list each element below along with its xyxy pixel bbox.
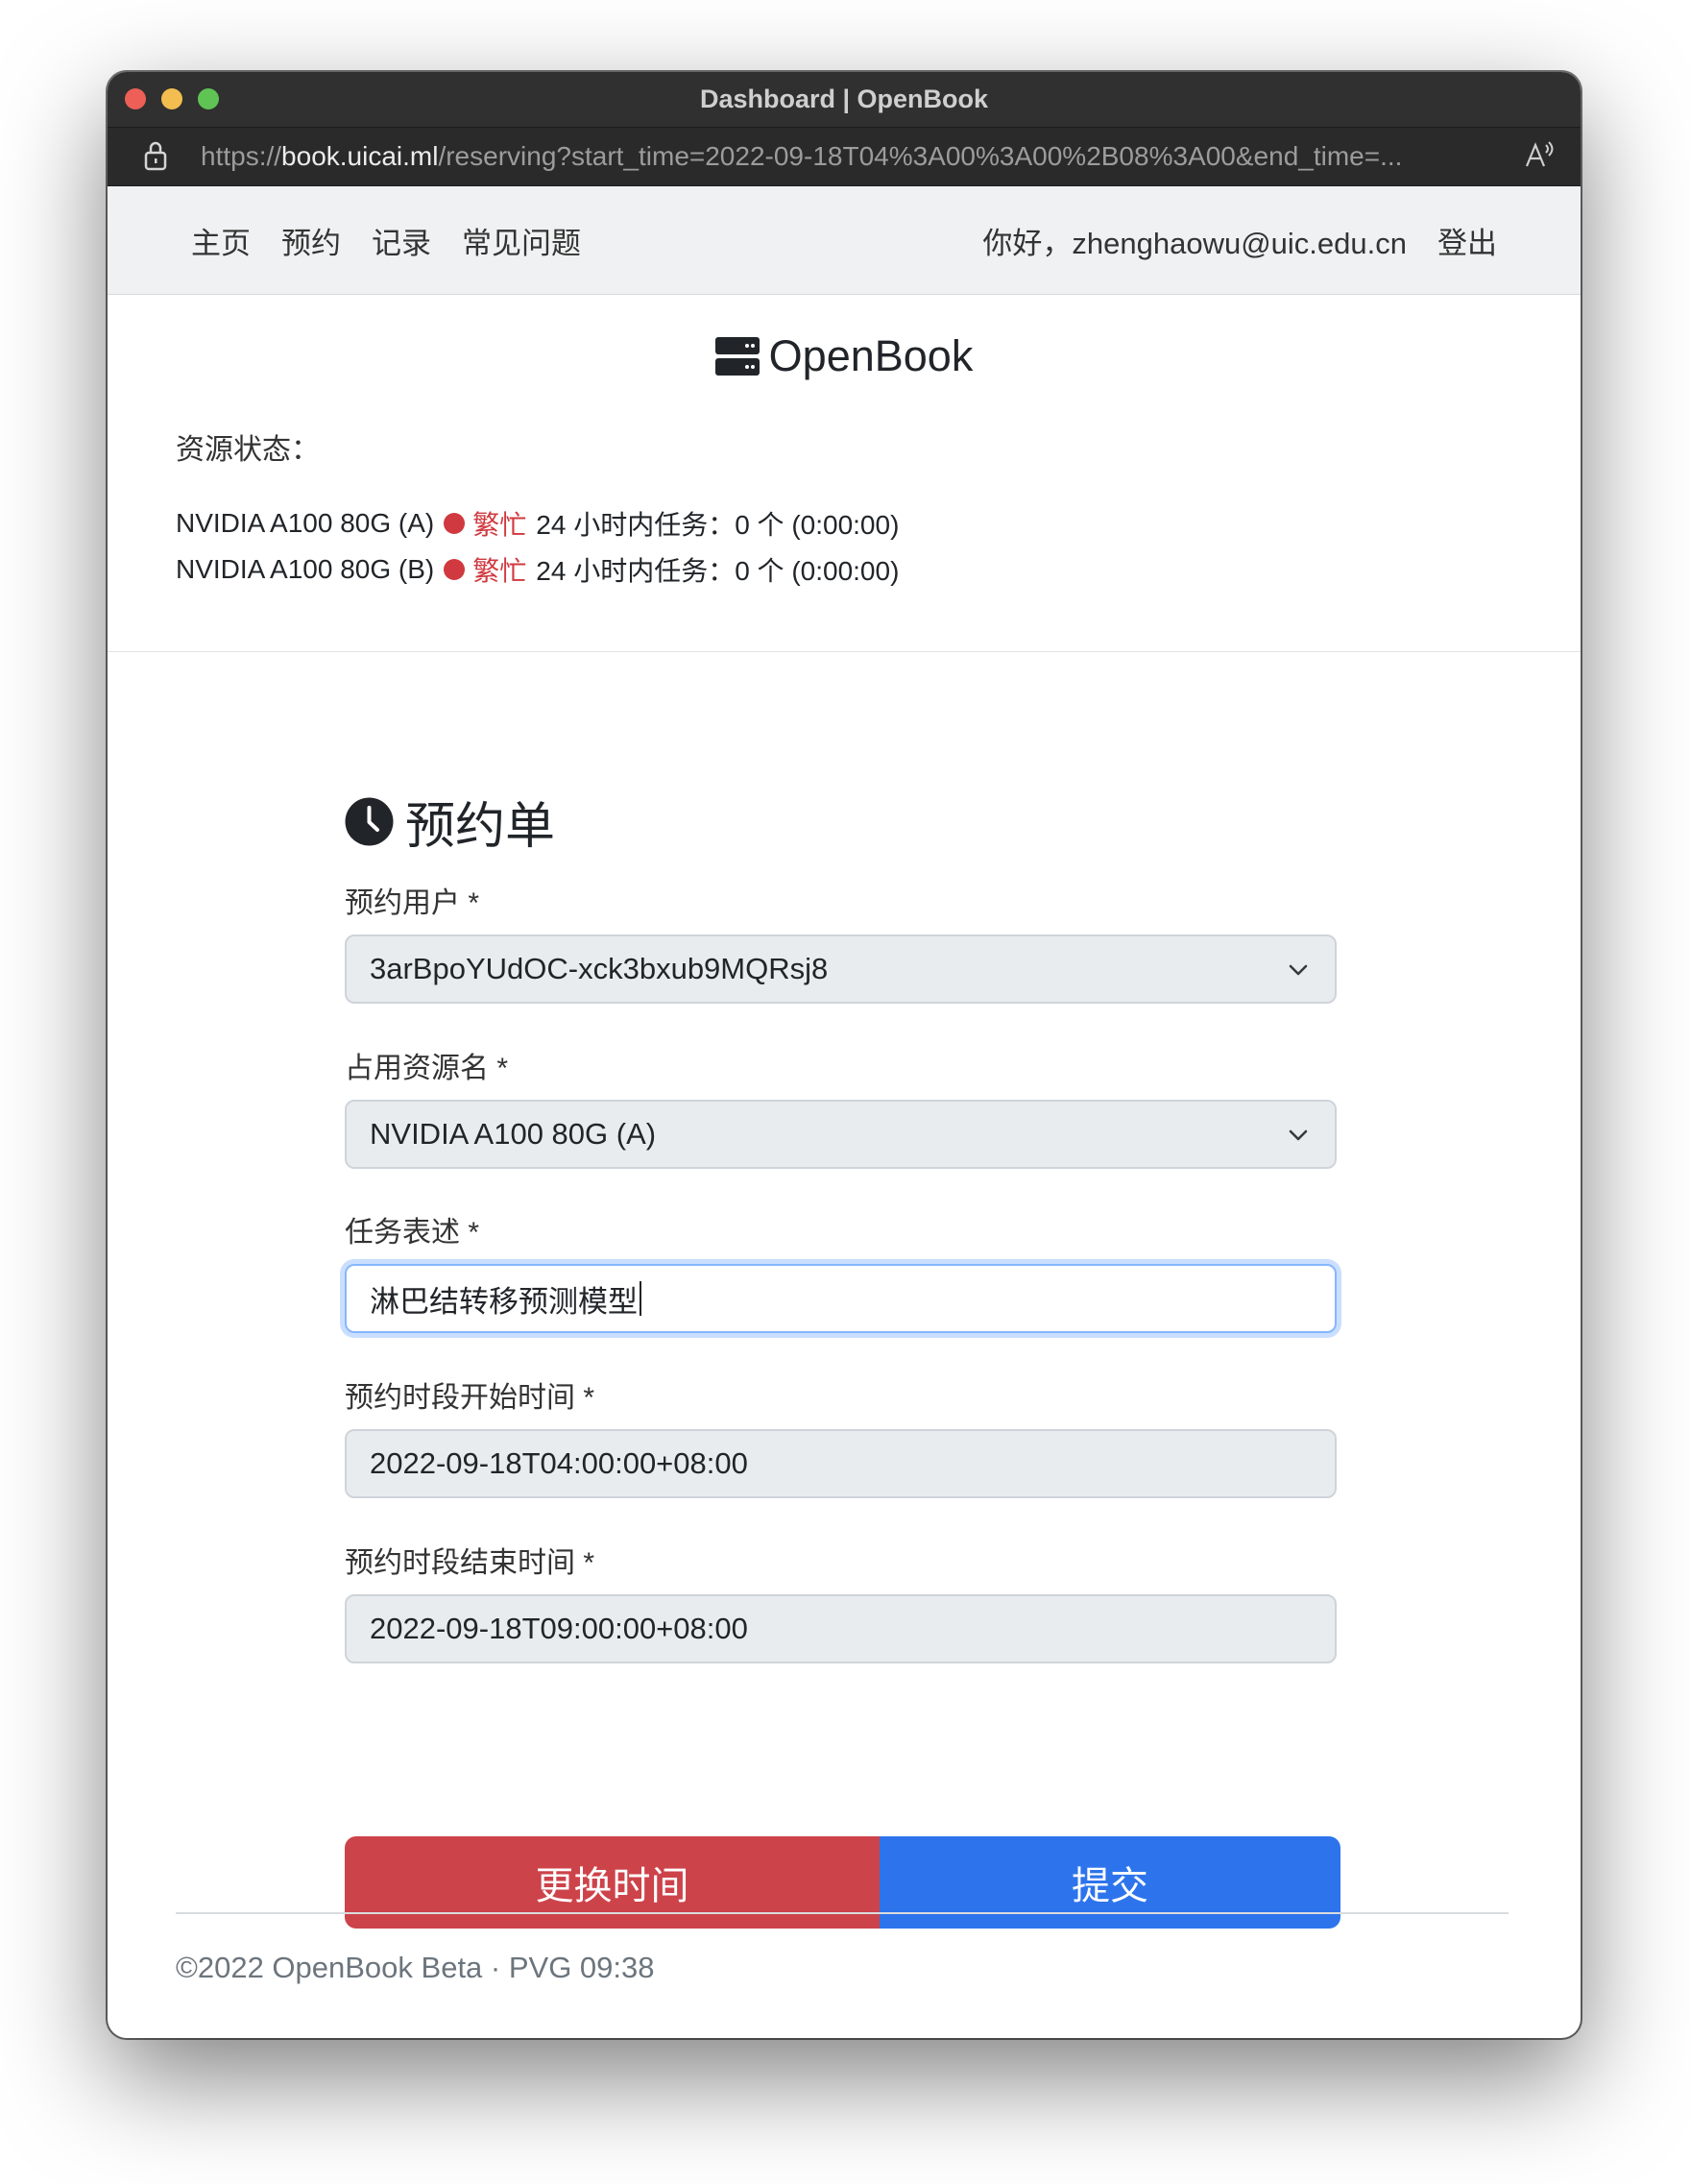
- busy-status-icon: [444, 513, 466, 534]
- brand-header: OpenBook: [108, 331, 1581, 381]
- reservation-form: 预约单 预约用户 * 3arBpoYUdOC-xck3bxub9MQRsj8 占…: [345, 783, 1340, 1929]
- footer-text: ©2022 OpenBook Beta · PVG 09:38: [176, 1951, 655, 1984]
- section-divider: [108, 651, 1581, 652]
- task-description-input[interactable]: 淋巴结转移预测模型: [345, 1264, 1337, 1333]
- resource-select-value: NVIDIA A100 80G (A): [370, 1117, 657, 1151]
- resource-tasks: 24 小时内任务：0 个 (0:00:00): [536, 510, 900, 540]
- resource-tasks: 24 小时内任务：0 个 (0:00:00): [536, 556, 900, 586]
- start-time-value: 2022-09-18T04:00:00+08:00: [370, 1446, 748, 1480]
- user-label: 预约用户 *: [345, 887, 480, 919]
- url-text[interactable]: https://book.uicai.ml/reserving?start_ti…: [201, 128, 1516, 185]
- busy-status-icon: [444, 559, 466, 580]
- start-time-field: 2022-09-18T04:00:00+08:00: [345, 1429, 1337, 1498]
- nav-faq[interactable]: 常见问题: [462, 219, 581, 262]
- start-time-label: 预约时段开始时间 *: [345, 1382, 595, 1414]
- end-time-field: 2022-09-18T09:00:00+08:00: [345, 1594, 1337, 1663]
- read-aloud-icon[interactable]: [1523, 139, 1556, 172]
- clock-icon: [345, 797, 394, 845]
- text-cursor: [640, 1281, 641, 1316]
- resource-name: NVIDIA A100 80G (B): [176, 554, 435, 584]
- resource-status-title: 资源状态：: [176, 434, 320, 466]
- nav-home[interactable]: 主页: [191, 219, 251, 262]
- url-scheme: https://: [201, 141, 282, 171]
- task-label: 任务表述 *: [345, 1217, 480, 1249]
- end-time-value: 2022-09-18T09:00:00+08:00: [370, 1612, 748, 1645]
- brand-name: OpenBook: [768, 331, 974, 380]
- resource-label: 占用资源名 *: [345, 1053, 509, 1084]
- resource-select[interactable]: NVIDIA A100 80G (A): [345, 1100, 1337, 1169]
- title-bar: Dashboard | OpenBook: [108, 72, 1581, 127]
- form-actions: 更换时间 提交: [345, 1836, 1340, 1929]
- resource-row: NVIDIA A100 80G (A) 繁忙 24 小时内任务：0 个 (0:0…: [176, 504, 899, 543]
- user-select-value: 3arBpoYUdOC-xck3bxub9MQRsj8: [370, 952, 829, 985]
- browser-window: Dashboard | OpenBook https://book.uicai.…: [108, 72, 1581, 2038]
- logout-link[interactable]: 登出: [1437, 219, 1497, 262]
- resource-state: 繁忙: [472, 556, 527, 586]
- chevron-down-icon: [1289, 1129, 1308, 1141]
- submit-button[interactable]: 提交: [880, 1836, 1340, 1929]
- window-title: Dashboard | OpenBook: [699, 85, 989, 113]
- change-time-button[interactable]: 更换时间: [345, 1836, 880, 1929]
- form-title: 预约单: [345, 783, 1340, 860]
- nav-records[interactable]: 记录: [372, 219, 431, 262]
- url-path: /reserving?start_time=2022-09-18T04%3A00…: [438, 141, 1403, 171]
- lock-icon: [144, 141, 167, 171]
- chevron-down-icon: [1289, 964, 1308, 976]
- resource-state: 繁忙: [472, 510, 527, 540]
- resource-row: NVIDIA A100 80G (B) 繁忙 24 小时内任务：0 个 (0:0…: [176, 550, 899, 589]
- address-bar[interactable]: https://book.uicai.ml/reserving?start_ti…: [108, 127, 1581, 186]
- user-select[interactable]: 3arBpoYUdOC-xck3bxub9MQRsj8: [345, 934, 1337, 1004]
- user-greeting: 你好，zhenghaowu@uic.edu.cn: [982, 226, 1407, 260]
- footer-divider: [176, 1912, 1509, 1914]
- server-icon: [714, 337, 760, 376]
- site-navbar: 主页 预约 记录 常见问题 你好，zhenghaowu@uic.edu.cn 登…: [108, 186, 1581, 295]
- form-title-text: 预约单: [405, 798, 556, 855]
- task-description-value: 淋巴结转移预测模型: [370, 1284, 638, 1319]
- end-time-label: 预约时段结束时间 *: [345, 1547, 595, 1579]
- url-host: book.uicai.ml: [281, 141, 439, 171]
- nav-reserve[interactable]: 预约: [281, 219, 341, 262]
- nav-user: 你好，zhenghaowu@uic.edu.cn 登出: [982, 186, 1497, 294]
- resource-name: NVIDIA A100 80G (A): [176, 508, 435, 538]
- nav-links: 主页 预约 记录 常见问题: [191, 186, 612, 294]
